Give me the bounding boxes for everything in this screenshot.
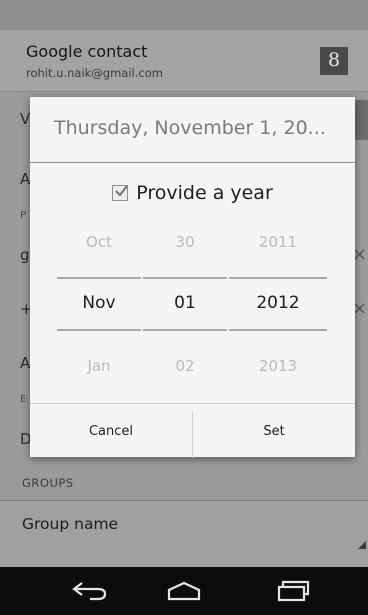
- dialog-button-bar: Cancel Set: [30, 403, 355, 458]
- back-button[interactable]: [50, 567, 130, 615]
- bg-field-name-letter: V: [20, 110, 31, 128]
- day-picker[interactable]: 30 01 02: [143, 227, 227, 387]
- google-account-icon: 8: [320, 47, 348, 75]
- account-title: Google contact: [26, 42, 148, 61]
- day-selected[interactable]: 01: [143, 293, 227, 313]
- provide-year-label: Provide a year: [136, 182, 273, 204]
- dialog-title-bar: Thursday, November 1, 20...: [30, 97, 355, 163]
- day-divider-top: [143, 277, 227, 279]
- year-next[interactable]: 2013: [229, 357, 327, 375]
- date-picker-dialog: Thursday, November 1, 20... Provide a ye…: [30, 97, 355, 458]
- year-divider-bottom: [229, 329, 327, 331]
- recent-apps-icon: [277, 580, 310, 602]
- cancel-button[interactable]: Cancel: [30, 404, 192, 458]
- provide-year-checkbox[interactable]: [112, 185, 129, 201]
- month-picker[interactable]: Oct Nov Jan: [57, 227, 141, 387]
- spinner-corner-icon: [358, 541, 366, 549]
- day-next[interactable]: 02: [143, 357, 227, 375]
- bg-field-letter: A: [20, 354, 31, 372]
- year-picker[interactable]: 2011 2012 2013: [229, 227, 327, 387]
- groups-section-header: GROUPS: [0, 465, 368, 501]
- account-header: Google contact rohit.u.naik@gmail.com 8: [0, 30, 368, 92]
- bg-field-letter: A: [20, 170, 31, 188]
- account-email: rohit.u.naik@gmail.com: [26, 66, 163, 80]
- group-name-field[interactable]: Group name: [0, 501, 368, 553]
- month-next[interactable]: Jan: [57, 357, 141, 375]
- day-divider-bottom: [143, 329, 227, 331]
- day-prev[interactable]: 30: [143, 233, 227, 251]
- back-icon: [72, 582, 107, 601]
- year-divider-top: [229, 277, 327, 279]
- bottom-spacer: [0, 553, 368, 567]
- set-button[interactable]: Set: [193, 404, 355, 458]
- checkmark-icon: [115, 185, 129, 197]
- top-edge: [0, 0, 368, 30]
- bg-section-letter: E: [20, 394, 27, 405]
- recent-apps-button[interactable]: [254, 567, 334, 615]
- bg-field-letter: g: [20, 246, 30, 264]
- bg-section-letter: P: [20, 210, 27, 221]
- month-selected[interactable]: Nov: [57, 293, 141, 313]
- month-prev[interactable]: Oct: [57, 233, 141, 251]
- home-icon: [167, 581, 201, 601]
- month-divider-bottom: [57, 329, 141, 331]
- month-divider-top: [57, 277, 141, 279]
- year-prev[interactable]: 2011: [229, 233, 327, 251]
- home-button[interactable]: [144, 567, 224, 615]
- dialog-title: Thursday, November 1, 20...: [54, 117, 326, 139]
- group-name-placeholder: Group name: [22, 515, 119, 533]
- year-selected[interactable]: 2012: [229, 293, 327, 313]
- system-navigation-bar: [0, 567, 368, 615]
- groups-header-label: GROUPS: [22, 476, 74, 490]
- provide-year-toggle[interactable]: Provide a year: [30, 173, 355, 213]
